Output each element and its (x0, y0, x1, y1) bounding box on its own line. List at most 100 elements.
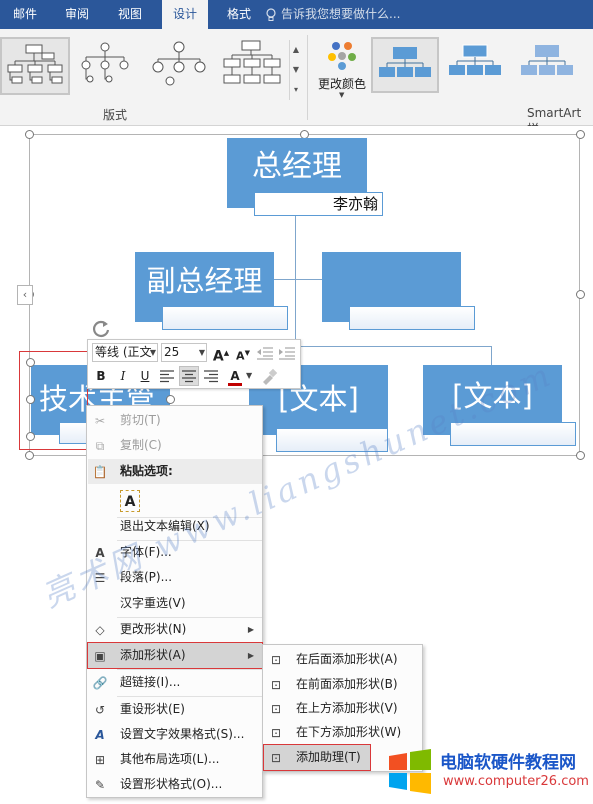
add-below-icon: ⊡ (270, 726, 282, 740)
layout-option-2[interactable] (72, 37, 142, 95)
smartart-style-2[interactable] (443, 37, 511, 93)
menu-item-copy[interactable]: ⧉ 复制(C) (88, 433, 262, 458)
resize-handle[interactable] (25, 130, 34, 139)
color-palette-icon (328, 42, 356, 70)
resize-handle[interactable] (576, 451, 585, 460)
tell-me-search[interactable]: 告诉我您想要做什么... (266, 0, 400, 29)
font-color-swatch (228, 383, 242, 386)
bold-button[interactable]: B (92, 366, 110, 386)
align-right-icon[interactable] (203, 370, 219, 383)
increase-indent-icon[interactable] (278, 346, 296, 360)
menu-item-label: 在上方添加形状(V) (296, 701, 398, 715)
hierarchy-layout-icon (223, 40, 281, 84)
node-text: 总经理 (252, 149, 342, 184)
menu-item-add-shape[interactable]: ▣ 添加形状(A) ▶ (87, 642, 263, 669)
font-name-box[interactable]: 等线 (正文 ▼ (92, 343, 158, 362)
reset-shape-icon: ↺ (94, 703, 106, 717)
align-center-icon (182, 370, 196, 383)
bold-icon: B (96, 369, 106, 383)
smartart-style-3[interactable] (515, 37, 583, 93)
submenu-item-add-assistant[interactable]: ⊡ 添加助理(T) (263, 744, 371, 771)
font-color-button[interactable]: A (225, 366, 245, 386)
layout-option-1[interactable] (0, 37, 70, 95)
menu-item-reconvert[interactable]: 汉字重选(V) (88, 591, 262, 616)
context-menu: ✂ 剪切(T) ⧉ 复制(C) 📋 粘贴选项: A 退出文本编辑(X) A 字体… (86, 405, 263, 798)
menu-item-label: 在下方添加形状(W) (296, 725, 402, 739)
style-preview-icon (379, 47, 431, 77)
tab-mailings[interactable]: 邮件 (0, 0, 50, 29)
decrease-indent-icon[interactable] (256, 346, 274, 360)
copy-icon: ⧉ (95, 439, 105, 453)
font-size-box[interactable]: 25 ▼ (161, 343, 207, 362)
resize-handle[interactable] (576, 290, 585, 299)
menu-item-cut[interactable]: ✂ 剪切(T) (88, 408, 262, 433)
rotate-icon[interactable] (90, 318, 112, 340)
menu-item-more-layout[interactable]: ⊞ 其他布局选项(L)... (88, 747, 262, 772)
scroll-down-icon[interactable]: ▼ (290, 60, 302, 80)
selection-highlight (19, 351, 88, 450)
font-size-text: 25 (164, 345, 180, 359)
change-colors-button[interactable]: 更改颜色 ▼ (313, 35, 371, 99)
resize-handle[interactable] (166, 395, 175, 404)
grow-font-button[interactable]: A▲ (212, 343, 230, 365)
tab-view[interactable]: 视图 (104, 0, 156, 29)
menu-item-hyperlink[interactable]: 🔗 超链接(I)... (88, 670, 262, 695)
layouts-gallery-scroll[interactable]: ▲ ▼ ▾ (289, 40, 302, 100)
font-name-text: 等线 (正文 (95, 345, 152, 359)
menu-item-label: 汉字重选(V) (120, 596, 186, 610)
submenu-item-add-below[interactable]: ⊡ 在下方添加形状(W) (264, 720, 422, 745)
submenu-item-add-above[interactable]: ⊡ 在上方添加形状(V) (264, 696, 422, 721)
connector-line (296, 279, 322, 280)
tab-review[interactable]: 审阅 (52, 0, 102, 29)
tab-format[interactable]: 格式 (214, 0, 264, 29)
gallery-more-icon[interactable]: ▾ (290, 80, 302, 100)
submenu-item-add-before[interactable]: ⊡ 在前面添加形状(B) (264, 672, 422, 697)
org-chart-layout-icon (7, 44, 63, 84)
menu-item-label: 其他布局选项(L)... (120, 752, 220, 766)
underline-button[interactable]: U (136, 366, 154, 386)
resize-handle[interactable] (25, 451, 34, 460)
paste-icon: 📋 (92, 465, 108, 479)
menu-item-change-shape[interactable]: ◇ 更改形状(N) ▶ (88, 617, 262, 642)
align-left-icon[interactable] (159, 370, 175, 383)
tab-design[interactable]: 设计 (162, 0, 208, 29)
shrink-font-button[interactable]: A▼ (234, 343, 252, 363)
shrink-font-icon: A (236, 349, 245, 363)
format-painter-icon[interactable] (260, 368, 278, 386)
node-subtext-box[interactable] (349, 306, 475, 330)
align-center-button[interactable] (179, 366, 199, 386)
submenu-item-add-after[interactable]: ⊡ 在后面添加形状(A) (264, 647, 422, 672)
menu-item-text-effects[interactable]: A 设置文字效果格式(S)... (88, 722, 262, 747)
node-assistant-name[interactable]: 李亦翰 (254, 192, 383, 216)
dropdown-arrow-icon[interactable]: ▼ (150, 344, 156, 361)
menu-item-label: 在后面添加形状(A) (296, 652, 398, 666)
menu-item-reset-shape[interactable]: ↺ 重设形状(E) (88, 697, 262, 722)
ribbon-body: ▲ ▼ ▾ 版式 更改颜色 ▼ SmartArt (0, 29, 593, 136)
name-title-org-chart-icon (81, 42, 129, 83)
layout-option-3[interactable] (146, 37, 216, 95)
menu-item-format-shape[interactable]: ✎ 设置形状格式(O)... (88, 772, 262, 797)
add-above-icon: ⊡ (270, 702, 282, 716)
paste-icon-letter: A (124, 494, 136, 510)
add-before-icon: ⊡ (270, 678, 282, 692)
menu-item-label: 添加形状(A) (120, 648, 186, 662)
scroll-up-icon[interactable]: ▲ (290, 40, 302, 60)
italic-icon: I (120, 369, 126, 383)
node-subtext-box[interactable] (162, 306, 288, 330)
menu-item-label: 剪切(T) (120, 413, 161, 427)
layout-option-4[interactable] (218, 37, 288, 95)
dropdown-arrow-icon[interactable]: ▼ (246, 371, 252, 380)
submenu-arrow-icon: ▶ (247, 625, 254, 634)
layout-options-icon: ⊞ (94, 753, 106, 767)
text-pane-toggle[interactable]: ‹ (17, 285, 33, 305)
connector-line (491, 346, 492, 366)
smartart-style-1[interactable] (371, 37, 439, 93)
italic-button[interactable]: I (114, 366, 132, 386)
lightbulb-icon (266, 8, 276, 21)
menu-item-label: 在前面添加形状(B) (296, 677, 398, 691)
resize-handle[interactable] (576, 130, 585, 139)
change-shape-icon: ◇ (95, 623, 105, 637)
menu-item-label: 添加助理(T) (296, 750, 361, 764)
site-url: www.computer26.com (443, 774, 589, 789)
dropdown-arrow-icon[interactable]: ▼ (199, 344, 205, 361)
